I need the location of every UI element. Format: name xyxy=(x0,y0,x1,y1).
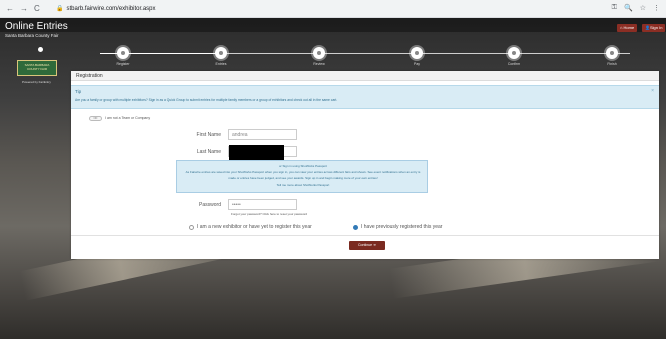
forgot-password-link[interactable]: Forgot your password? Click here to rese… xyxy=(231,212,307,216)
star-icon[interactable]: ☆ xyxy=(640,4,646,12)
signin-label: Sign In xyxy=(649,25,663,30)
passport-info-box: or Sign in using ShoWorks Passport As Fa… xyxy=(176,160,428,193)
back-icon[interactable]: ← xyxy=(6,4,14,13)
progress-start-dot xyxy=(38,47,43,52)
lock-icon: 🔒 xyxy=(56,6,64,12)
close-icon[interactable]: × xyxy=(651,88,654,94)
step-dot xyxy=(610,51,614,55)
browser-actions: ⚿ 🔍 ☆ ⋮ xyxy=(612,4,660,12)
tip-alert: Tip Are you a family or group with multi… xyxy=(71,85,659,109)
site-subtitle: Santa Barbara County Fair xyxy=(5,33,59,38)
site-header xyxy=(0,18,666,32)
step-review xyxy=(313,47,325,59)
search-icon[interactable]: 🔍 xyxy=(624,4,633,12)
divider xyxy=(71,235,659,236)
password-label: Password xyxy=(199,202,221,208)
forward-icon[interactable]: → xyxy=(20,4,28,13)
tip-text: Are you a family or group with multiple … xyxy=(75,98,338,102)
new-exhibitor-label: I am a new exhibitor or have yet to regi… xyxy=(197,224,312,230)
signin-button[interactable]: 👤Sign In xyxy=(642,24,666,32)
address-bar[interactable]: stbarb.fairwire.com/exhibitor.aspx xyxy=(66,6,155,12)
panel-title: Registration xyxy=(71,71,659,81)
registration-panel: Registration Tip Are you a family or gro… xyxy=(71,71,659,259)
last-name-label: Last Name xyxy=(196,149,221,155)
password-field[interactable]: ••••• xyxy=(228,199,297,210)
page: ← → C 🔒 stbarb.fairwire.com/exhibitor.as… xyxy=(0,0,666,339)
step-label: Finish xyxy=(607,62,617,66)
menu-icon[interactable]: ⋮ xyxy=(653,4,660,12)
continue-button[interactable]: Continue ➜ xyxy=(349,241,385,250)
step-entries xyxy=(215,47,227,59)
step-label: Pay xyxy=(413,62,421,66)
step-dot xyxy=(121,51,125,55)
browser-toolbar: ← → C 🔒 stbarb.fairwire.com/exhibitor.as… xyxy=(0,0,666,18)
passport-more-link[interactable]: Tell me more about ShoWorks Passport xyxy=(177,183,429,187)
new-exhibitor-radio[interactable] xyxy=(189,225,194,230)
logo-line2: COUNTY FAIR xyxy=(26,66,48,71)
site-title[interactable]: Online Entries xyxy=(5,21,68,32)
home-button[interactable]: ⌂ Home xyxy=(617,24,638,32)
step-dot xyxy=(415,51,419,55)
step-register xyxy=(117,47,129,59)
step-confirm xyxy=(508,47,520,59)
step-dot xyxy=(219,51,223,55)
home-label: Home xyxy=(623,25,635,30)
step-finish xyxy=(606,47,618,59)
team-toggle-label: I am not a Team or Company xyxy=(105,116,151,120)
fair-logo-text: SANTA BARBARA COUNTY FAIR xyxy=(19,63,55,71)
step-dot xyxy=(317,51,321,55)
browser-nav: ← → C xyxy=(0,4,48,13)
step-label: Register xyxy=(116,62,130,66)
first-name-field[interactable]: andrea xyxy=(228,129,297,140)
powered-by: Powered by FairEntry xyxy=(22,80,51,84)
previously-registered-label: I have previously registered this year xyxy=(361,224,443,230)
passport-info-text: As Fairwire entries are saved into your … xyxy=(185,170,421,174)
team-toggle[interactable]: NO xyxy=(89,116,102,121)
key-icon[interactable]: ⚿ xyxy=(612,4,617,12)
first-name-label: First Name xyxy=(196,132,221,138)
passport-signin-link[interactable]: or Sign in using ShoWorks Passport xyxy=(177,164,429,168)
step-label: Review xyxy=(313,62,325,66)
previously-registered-radio[interactable] xyxy=(353,225,358,230)
passport-info-text: made or entries have been judged, and se… xyxy=(228,176,378,180)
step-dot xyxy=(512,51,516,55)
step-label: Confirm xyxy=(507,62,521,66)
redaction-box xyxy=(229,145,284,160)
step-label: Entries xyxy=(215,62,227,66)
reload-icon[interactable]: C xyxy=(34,4,40,13)
step-pay xyxy=(411,47,423,59)
tip-title: Tip xyxy=(75,89,82,94)
